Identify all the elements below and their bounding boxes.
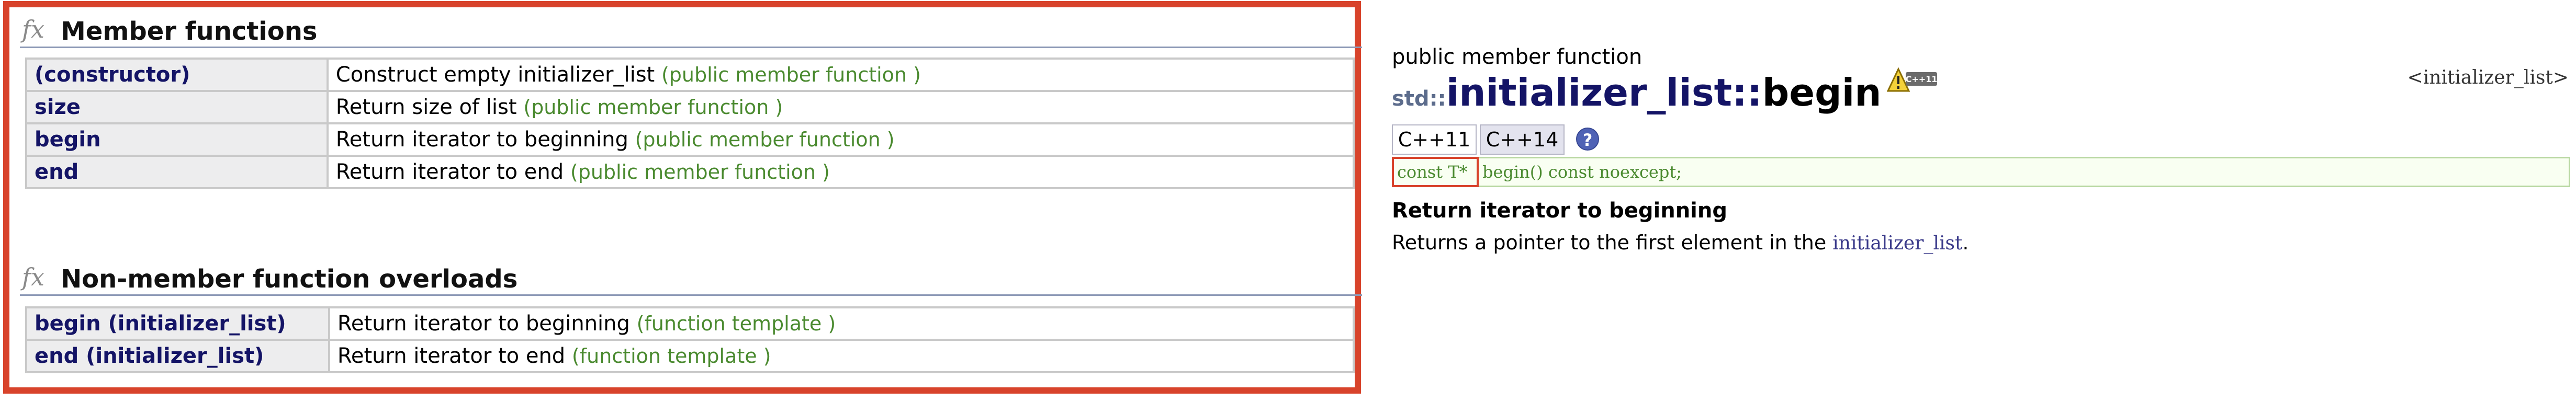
member-link-size[interactable]: size [25,90,329,124]
member-functions-title: Member functions [61,17,318,46]
tab-cpp14[interactable]: C++14 [1480,124,1565,155]
signature-declaration: begin() const noexcept; [1482,162,1682,182]
cpp11-warning-badge: C++11 [1886,67,1939,94]
namespace-prefix: std:: [1392,87,1446,111]
member-link-end[interactable]: end [25,155,329,189]
member-desc: Return iterator to end (public member fu… [326,155,1355,189]
tab-cpp11[interactable]: C++11 [1392,124,1477,155]
table-row: begin Return iterator to beginning (publ… [25,122,1355,157]
member-desc: Return size of list (public member funct… [326,90,1355,124]
reference-page: fx Member functions (constructor) Constr… [0,0,2576,402]
class-name: initializer_list [1446,71,1733,114]
nonmember-desc: Return iterator to beginning (function t… [328,306,1355,341]
page-title: std::initializer_list::begin C++11 [1392,67,1939,114]
function-kind-label: public member function [1392,45,1643,69]
nonmember-link-end[interactable]: end (initializer_list) [25,339,330,373]
initializer-list-link[interactable]: initializer_list [1832,233,1962,254]
function-signature: const T* begin() const noexcept; [1392,157,2570,187]
nonmember-desc: Return iterator to end (function templat… [328,339,1355,373]
table-row: begin (initializer_list) Return iterator… [25,306,1355,341]
table-row: end Return iterator to end (public membe… [25,155,1355,189]
highlighted-member-list: fx Member functions (constructor) Constr… [3,1,1362,394]
summary-text: Returns a pointer to the first element i… [1392,231,1969,254]
member-link-begin[interactable]: begin [25,122,329,157]
fx-icon: fx [22,15,44,43]
nonmember-functions-heading: fx Non-member function overloads [20,262,1362,296]
table-row: (constructor) Construct empty initialize… [25,58,1355,92]
nonmember-functions-title: Non-member function overloads [61,265,518,294]
svg-text:C++11: C++11 [1905,74,1937,84]
function-name: begin [1762,71,1882,114]
warning-icon: C++11 [1886,67,1937,92]
table-row: end (initializer_list) Return iterator t… [25,339,1355,373]
help-icon[interactable]: ? [1576,128,1599,151]
nonmember-functions-table: begin (initializer_list) Return iterator… [25,306,1355,373]
signature-return-type: const T* [1392,157,1479,187]
member-link-constructor[interactable]: (constructor) [25,58,329,92]
nonmember-link-begin[interactable]: begin (initializer_list) [25,306,330,341]
fx-icon: fx [22,263,44,291]
table-row: size Return size of list (public member … [25,90,1355,124]
summary-heading: Return iterator to beginning [1392,199,1727,223]
member-functions-table: (constructor) Construct empty initialize… [25,58,1355,189]
member-desc: Construct empty initializer_list (public… [326,58,1355,92]
member-desc: Return iterator to beginning (public mem… [326,122,1355,157]
scope-separator: :: [1732,71,1762,114]
member-functions-heading: fx Member functions [20,15,1362,48]
header-link[interactable]: <initializer_list> [2408,67,2569,88]
